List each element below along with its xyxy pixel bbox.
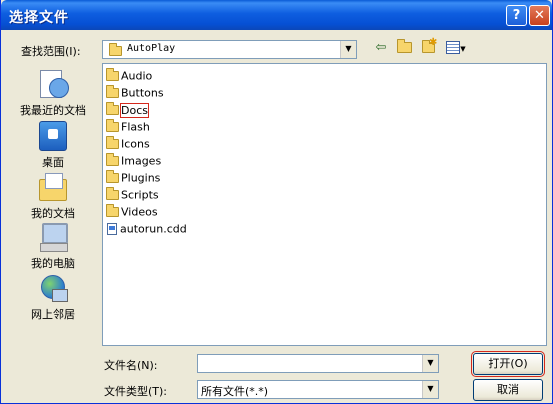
place-label: 桌面 [42, 156, 64, 169]
folder-icon [106, 102, 119, 115]
list-item[interactable]: Audio [106, 68, 152, 85]
chevron-down-icon[interactable]: ▼ [422, 381, 438, 398]
new-folder-icon[interactable]: ✱ [420, 37, 438, 56]
up-folder-icon[interactable] [396, 39, 414, 56]
folder-icon [106, 170, 119, 183]
place-desktop[interactable]: 桌面 [9, 120, 97, 170]
lookin-label: 查找范围(I): [21, 45, 81, 58]
network-places-icon [36, 272, 70, 304]
my-documents-icon [36, 171, 70, 203]
list-item[interactable]: Videos [106, 204, 158, 221]
folder-icon [106, 187, 119, 200]
file-icon [107, 223, 117, 235]
filename-input[interactable]: ▼ [197, 354, 439, 373]
folder-icon [106, 136, 119, 149]
list-item[interactable]: Icons [106, 136, 150, 153]
desktop-icon [36, 120, 70, 152]
title-bar[interactable]: 选择文件 ? ✕ [1, 0, 552, 30]
places-bar: 我最近的文档 桌面 我的文档 我的电脑 网上邻居 [9, 60, 97, 400]
folder-icon [106, 204, 119, 217]
my-computer-icon [36, 221, 70, 253]
list-item[interactable]: autorun.cdd [106, 222, 187, 238]
list-item[interactable]: Plugins [106, 170, 160, 187]
folder-icon [106, 85, 119, 98]
list-item[interactable]: Scripts [106, 187, 159, 204]
list-item[interactable]: Buttons [106, 85, 164, 102]
file-list[interactable]: Audio Buttons Docs Flash Icons Images Pl… [102, 63, 547, 346]
back-arrow-icon[interactable]: ⇦ [373, 40, 389, 56]
cancel-button[interactable]: 取消 [473, 379, 543, 401]
place-my-computer[interactable]: 我的电脑 [9, 221, 97, 271]
folder-icon [106, 68, 119, 81]
place-network[interactable]: 网上邻居 [9, 272, 97, 322]
window-title: 选择文件 [9, 10, 69, 26]
filetype-select[interactable]: 所有文件(*.*) ▼ [197, 380, 439, 399]
filename-label: 文件名(N): [104, 359, 158, 372]
list-item[interactable]: Images [106, 153, 161, 170]
open-button[interactable]: 打开(O) [471, 351, 545, 377]
lookin-value: AutoPlay [127, 43, 176, 54]
filetype-label: 文件类型(T): [104, 385, 168, 398]
help-button[interactable]: ? [506, 5, 527, 26]
folder-icon [106, 119, 119, 132]
place-recent[interactable]: 我最近的文档 [9, 68, 97, 118]
file-dialog: 选择文件 ? ✕ 查找范围(I): AutoPlay ▼ ⇦ ✱ ▼ 我最近的文… [0, 0, 553, 404]
place-my-documents[interactable]: 我的文档 [9, 171, 97, 221]
lookin-select[interactable]: AutoPlay ▼ [102, 40, 357, 59]
view-menu-icon[interactable]: ▼ [444, 40, 468, 56]
place-label: 我最近的文档 [20, 104, 86, 117]
folder-icon [106, 153, 119, 166]
chevron-down-icon[interactable]: ▼ [340, 41, 356, 58]
folder-icon [109, 43, 122, 56]
list-item[interactable]: Flash [106, 119, 150, 136]
place-label: 网上邻居 [31, 308, 75, 321]
list-item[interactable]: Docs [106, 102, 149, 119]
place-label: 我的文档 [31, 207, 75, 220]
chevron-down-icon[interactable]: ▼ [422, 355, 438, 372]
recent-documents-icon [36, 68, 70, 100]
place-label: 我的电脑 [31, 257, 75, 270]
close-button[interactable]: ✕ [529, 5, 550, 26]
filetype-value: 所有文件(*.*) [201, 385, 269, 398]
